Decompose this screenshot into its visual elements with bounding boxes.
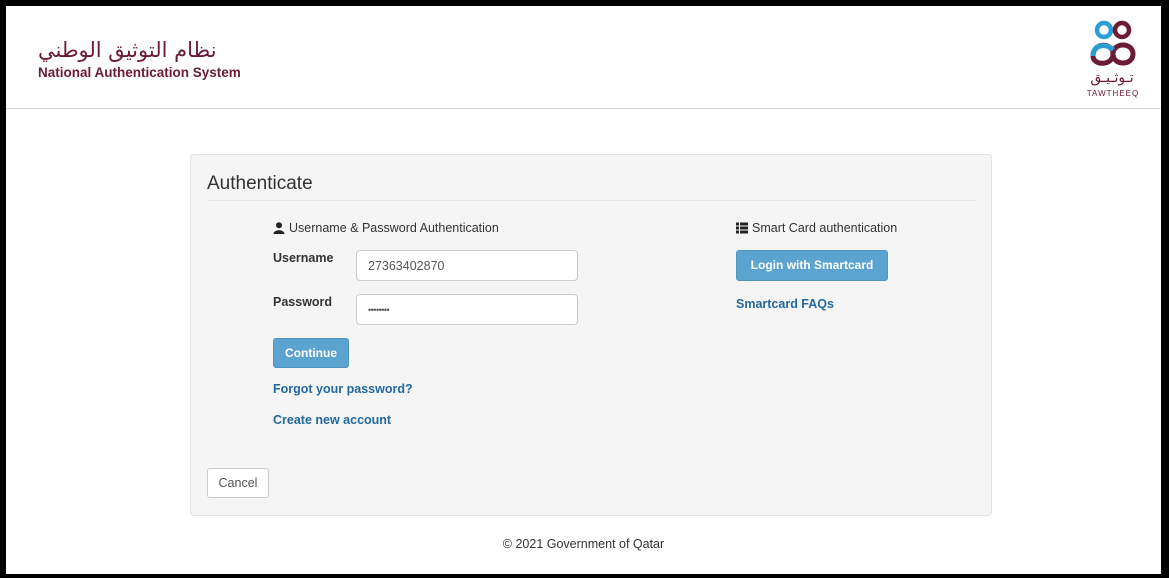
browser-viewport: نظام التوثيق الوطني National Authenticat…	[6, 6, 1161, 574]
logo-text-arabic: تـوثـيـق	[1090, 70, 1134, 86]
panel-divider	[207, 200, 977, 201]
forgot-password-link[interactable]: Forgot your password?	[273, 382, 413, 396]
password-input[interactable]	[356, 294, 578, 325]
smartcard-auth-heading: Smart Card authentication	[736, 221, 897, 235]
logo-text-english: TAWTHEEQ	[1086, 89, 1140, 98]
smartcard-auth-heading-text: Smart Card authentication	[752, 221, 898, 235]
footer-copyright: © 2021 Government of Qatar	[502, 537, 665, 551]
site-title-english: National Authentication System	[38, 65, 241, 80]
password-label: Password	[273, 295, 333, 309]
authenticate-panel: Authenticate Username & Password Authent…	[190, 154, 992, 516]
continue-button[interactable]: Continue	[273, 338, 349, 368]
login-smartcard-button[interactable]: Login with Smartcard	[736, 250, 888, 281]
create-account-link[interactable]: Create new account	[273, 413, 391, 427]
panel-title: Authenticate	[207, 173, 313, 194]
password-auth-heading: Username & Password Authentication	[273, 221, 499, 235]
smartcard-faq-link[interactable]: Smartcard FAQs	[736, 297, 834, 311]
list-icon	[736, 222, 748, 234]
cancel-button[interactable]: Cancel	[207, 468, 269, 498]
site-header: نظام التوثيق الوطني National Authenticat…	[6, 6, 1161, 109]
site-title-arabic: نظام التوثيق الوطني	[38, 38, 217, 62]
password-auth-heading-text: Username & Password Authentication	[289, 221, 499, 235]
username-input[interactable]	[356, 250, 578, 281]
user-icon	[273, 222, 285, 234]
username-label: Username	[273, 251, 334, 265]
